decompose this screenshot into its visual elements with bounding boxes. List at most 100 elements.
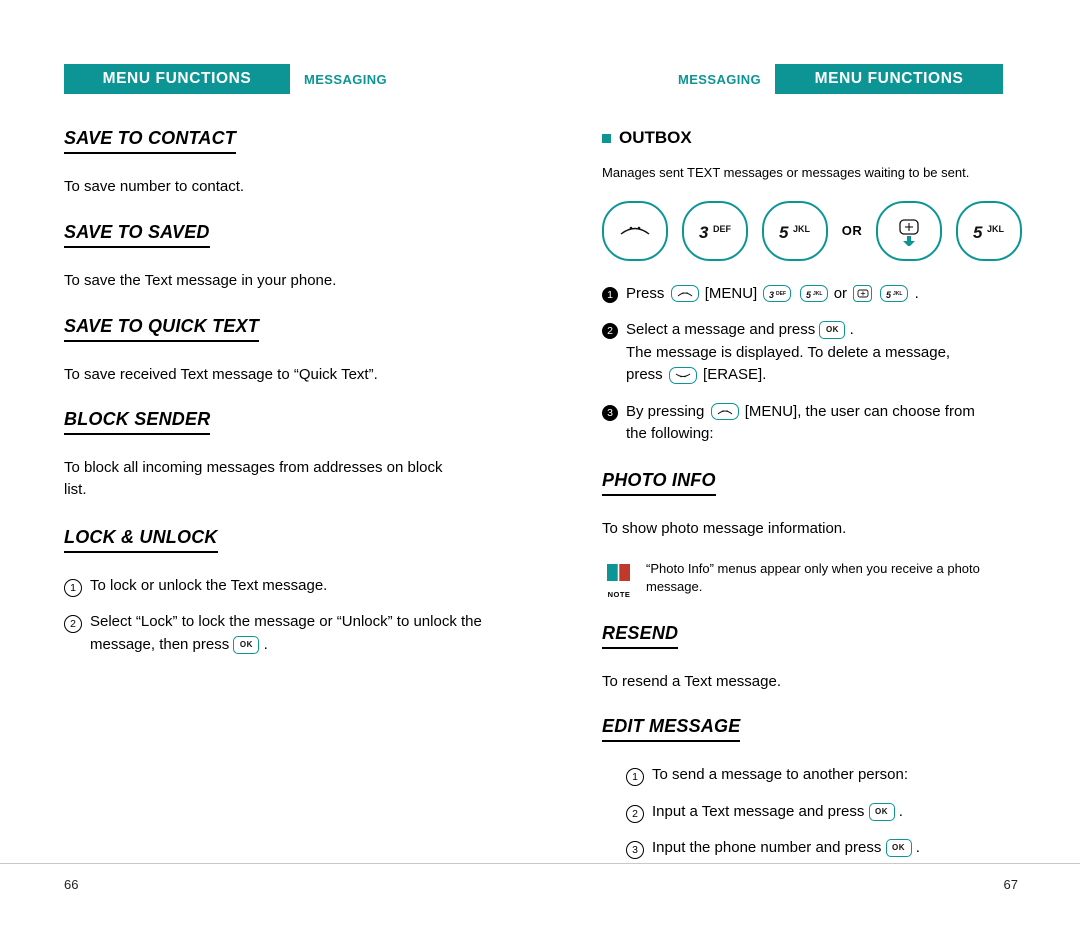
edit-step-2-text: Input a Text message and press (652, 802, 865, 820)
outbox-step-2: 2 Select a message and press OK . The me… (602, 319, 1022, 387)
step-number-1: 1 (64, 578, 82, 597)
header-left: MENU FUNCTIONS MESSAGING (64, 64, 387, 94)
step-number-2: 2 (64, 615, 82, 634)
svg-text:DEF: DEF (776, 291, 786, 297)
outbox-step-1-menu: [MENU] (704, 284, 758, 302)
section-save-to-quick-text: SAVE TO QUICK TEXT To save received Text… (64, 316, 534, 386)
page-number-right: 67 (1003, 877, 1018, 892)
svg-text:JKL: JKL (893, 291, 902, 297)
heading-lock-and-unlock: LOCK & UNLOCK (64, 527, 218, 553)
key-3-def-icon: 3 DEF (681, 200, 748, 261)
svg-text:5: 5 (973, 223, 983, 242)
note-photo-info-text: “Photo Info” menus appear only when you … (646, 560, 980, 595)
text-block-sender: To block all incoming messages from addr… (64, 459, 443, 498)
section-block-sender: BLOCK SENDER To block all incoming messa… (64, 409, 534, 501)
edit-step-number-2: 2 (626, 804, 644, 823)
edit-step-2-period: . (898, 802, 903, 820)
section-save-to-saved: SAVE TO SAVED To save the Text message i… (64, 222, 534, 292)
outbox-step-1-press: Press (626, 284, 665, 302)
outbox-step-3-menu: [MENU], the user can choose from (744, 402, 975, 420)
svg-text:5: 5 (806, 290, 812, 299)
outbox-step-3-line2: the following: (626, 425, 714, 443)
navigation-key-inline-icon (853, 285, 873, 303)
section-photo-info: PHOTO INFO To show photo message informa… (602, 470, 1022, 599)
heading-edit-message: EDIT MESSAGE (602, 716, 741, 743)
header-left-bar: MENU FUNCTIONS (64, 64, 290, 94)
outbox-step-2-period: . (849, 321, 854, 339)
footer-divider (0, 863, 1080, 864)
step-number-1-filled: 1 (602, 286, 618, 303)
outbox-step-1-or: or (833, 284, 848, 302)
text-save-to-contact: To save number to contact. (64, 178, 245, 195)
erase-key-icon (668, 366, 697, 384)
svg-text:JKL: JKL (793, 224, 811, 234)
outbox-step-3-text: By pressing (626, 402, 705, 420)
heading-save-to-quick-text: SAVE TO QUICK TEXT (64, 316, 259, 342)
outbox-step-2-text: Select a message and press (626, 321, 816, 339)
heading-save-to-saved: SAVE TO SAVED (64, 222, 210, 248)
text-save-to-saved: To save the Text message in your phone. (64, 271, 337, 289)
step-number-2-filled: 2 (602, 323, 618, 340)
ok-key-icon: OK (233, 635, 260, 654)
menu-key-inline-icon (670, 285, 699, 303)
outbox-step-2-line2: The message is displayed. To delete a me… (626, 343, 951, 361)
heading-photo-info: PHOTO INFO (602, 470, 716, 496)
outbox-step-1-end: . (914, 284, 919, 302)
heading-outbox-label: OUTBOX (619, 128, 692, 147)
heading-resend: RESEND (602, 623, 679, 649)
ok-key-icon-2: OK (819, 321, 846, 340)
manual-page-spread: MENU FUNCTIONS MESSAGING MESSAGING MENU … (0, 0, 1080, 932)
heading-block-sender: BLOCK SENDER (64, 409, 211, 436)
header-right-subtitle: MESSAGING (678, 71, 762, 87)
or-separator-label: OR (841, 223, 863, 239)
svg-text:3: 3 (699, 223, 709, 242)
text-resend: To resend a Text message. (602, 672, 781, 690)
outbox-step-3: 3 By pressing [MENU], the user can choos… (602, 401, 1022, 446)
section-save-to-contact: SAVE TO CONTACT To save number to contac… (64, 128, 534, 198)
heading-save-to-contact: SAVE TO CONTACT (64, 128, 237, 154)
heading-outbox: OUTBOX (602, 128, 1022, 148)
bullet-square-icon (602, 133, 611, 143)
note-icon: NOTE (602, 560, 636, 599)
edit-step-2: 2 Input a Text message and press OK . (626, 801, 1022, 824)
menu-key-icon (602, 200, 668, 261)
header-right-bar: MENU FUNCTIONS (775, 64, 1004, 94)
text-photo-info: To show photo message information. (602, 519, 847, 537)
navigation-key-icon (876, 200, 943, 261)
note-icon-label: NOTE (607, 589, 631, 599)
edit-step-number-3: 3 (626, 841, 644, 860)
svg-text:5: 5 (779, 223, 789, 242)
svg-text:JKL: JKL (813, 291, 822, 297)
ok-key-icon-4: OK (885, 839, 912, 858)
svg-text:5: 5 (886, 290, 892, 299)
key-sequence-row: 3 DEF 5 JKL OR 5 JKL (602, 200, 1023, 261)
section-edit-message: EDIT MESSAGE 1 To send a message to anot… (602, 716, 1022, 860)
edit-step-1: 1 To send a message to another person: (626, 764, 1022, 787)
key-5-jkl-icon-2: 5 JKL (956, 200, 1023, 261)
lock-step-2-text: Select “Lock” to lock the message or “Un… (90, 613, 482, 653)
lock-step-2-period: . (263, 635, 268, 653)
lock-step-2: 2 Select “Lock” to lock the message or “… (64, 611, 534, 656)
edit-step-3-text: Input the phone number and press (652, 839, 882, 857)
outbox-step-2-erase: [ERASE]. (703, 366, 767, 384)
key-5-jkl-inline-icon: 5 JKL (799, 285, 828, 303)
outbox-step-2-press: press (626, 366, 663, 384)
edit-step-number-1: 1 (626, 768, 644, 787)
svg-text:JKL: JKL (987, 224, 1005, 234)
note-photo-info: NOTE “Photo Info” menus appear only when… (602, 560, 1022, 599)
key-3-def-inline-icon: 3 DEF (763, 285, 792, 303)
key-5-jkl-inline-icon-2: 5 JKL (880, 285, 909, 303)
svg-text:3: 3 (769, 290, 774, 299)
text-save-to-quick-text: To save received Text message to “Quick … (64, 365, 378, 383)
svg-text:DEF: DEF (713, 224, 732, 234)
step-number-3-filled: 3 (602, 404, 618, 421)
edit-step-3-period: . (915, 839, 920, 857)
header-right: MESSAGING MENU FUNCTIONS (678, 64, 1004, 94)
edit-step-3: 3 Input the phone number and press OK . (626, 837, 1022, 860)
header-left-subtitle: MESSAGING (304, 71, 388, 87)
section-resend: RESEND To resend a Text message. (602, 623, 1022, 693)
key-5-jkl-icon: 5 JKL (761, 200, 828, 261)
text-outbox-intro: Manages sent TEXT messages or messages w… (602, 165, 970, 180)
page-number-left: 66 (64, 877, 79, 892)
outbox-step-1: 1 Press [MENU] 3 DEF 5 JKL or 5 JKL . (602, 283, 1022, 306)
